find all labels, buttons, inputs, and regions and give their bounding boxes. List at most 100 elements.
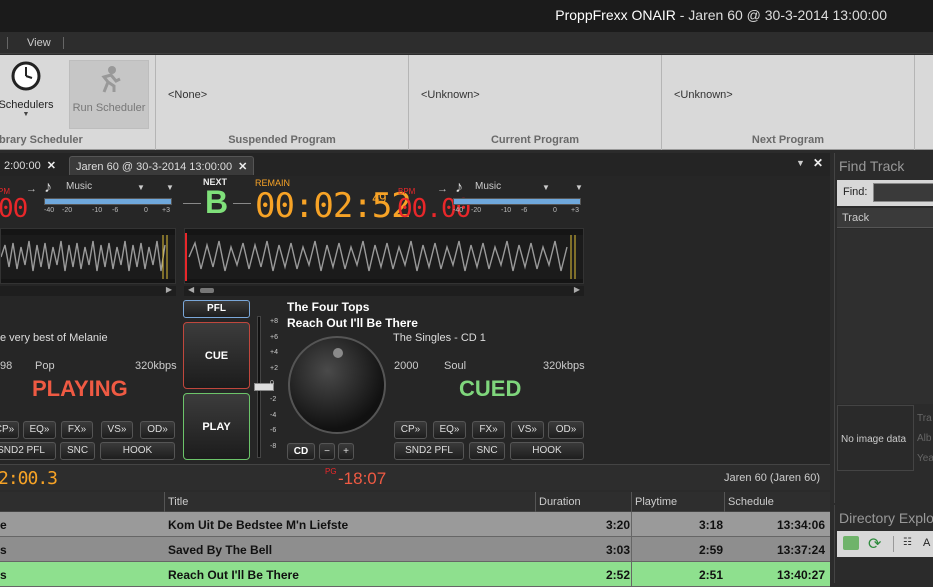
- cell-artist: s: [0, 568, 7, 582]
- deck-a-level-meter: [44, 198, 172, 205]
- deck-b-scrollbar[interactable]: ◀ ▶: [184, 285, 584, 296]
- find-input[interactable]: [873, 183, 933, 202]
- playlist-grid: Title Duration Playtime Schedule e Kom Ui…: [0, 492, 830, 587]
- deck-a-snc-button[interactable]: SNC: [60, 442, 95, 460]
- pitch-minus-button[interactable]: −: [319, 443, 335, 460]
- current-program-label: Current Program: [490, 134, 580, 146]
- cd-button[interactable]: CD: [287, 443, 315, 460]
- deck-b-vs-button[interactable]: VS»: [511, 421, 544, 439]
- deck-b-status: CUED: [459, 376, 522, 401]
- status-strip: 2:00.3 PG -18:07 Jaren 60 (Jaren 60): [0, 464, 830, 490]
- ribbon-group-suspended: <None> Suspended Program: [156, 55, 409, 150]
- remain-display: 00:02:52: [255, 186, 412, 226]
- music-note-icon: ♪: [455, 179, 463, 196]
- tab-previous[interactable]: 2:00:00 ✕: [0, 156, 62, 175]
- column-separator: [631, 512, 632, 537]
- waveform-graphic: [185, 233, 583, 281]
- list-view-icon[interactable]: ☷: [903, 537, 912, 548]
- find-label: Find:: [843, 186, 868, 198]
- cell-duration: 3:03: [605, 543, 630, 557]
- pitch-plus-button[interactable]: +: [338, 443, 354, 460]
- deck-a-od-button[interactable]: OD»: [140, 421, 175, 439]
- close-icon[interactable]: ✕: [47, 160, 56, 172]
- menu-view[interactable]: View: [27, 37, 51, 49]
- directory-explorer-panel: Directory Explo ⟳ ☷ A: [834, 505, 933, 583]
- col-playtime[interactable]: Playtime: [635, 496, 677, 508]
- deck-b-eq-button[interactable]: EQ»: [433, 421, 466, 439]
- scroll-left-icon[interactable]: ◀: [188, 285, 194, 294]
- deck-b-snc-button[interactable]: SNC: [469, 442, 505, 460]
- arrow-icon: →: [26, 183, 37, 195]
- next-deck-indicator: B: [205, 184, 229, 220]
- jog-wheel[interactable]: [288, 336, 386, 434]
- deck-a-menu-icon[interactable]: ▼: [166, 183, 174, 192]
- deck-b-od-button[interactable]: OD»: [548, 421, 584, 439]
- menu-separator: [63, 37, 64, 49]
- deck-b-cp-button[interactable]: CP»: [394, 421, 427, 439]
- run-scheduler-button[interactable]: Run Scheduler: [69, 60, 149, 129]
- cell-schedule: 13:34:06: [776, 518, 825, 532]
- program-info: Jaren 60 (Jaren 60): [724, 472, 820, 484]
- deck-b-bitrate: 320kbps: [543, 360, 585, 372]
- column-separator: [631, 562, 632, 587]
- ribbon: Schedulers ▼ Run Scheduler ibrary Schedu…: [0, 55, 933, 150]
- window-title: ProppFrexx ONAIR - Jaren 60 @ 30-3-2014 …: [555, 7, 887, 23]
- scroll-thumb[interactable]: [200, 288, 214, 293]
- jog-wheel-marker: [333, 348, 343, 358]
- deck-b-waveform[interactable]: [184, 228, 584, 284]
- address-label[interactable]: A: [923, 537, 930, 549]
- tab-active[interactable]: Jaren 60 @ 30-3-2014 13:00:00 ✕: [69, 156, 255, 175]
- deck-a-source-dropdown-icon[interactable]: ▼: [137, 183, 145, 192]
- deck-a-snd2-pfl-button[interactable]: SND2 PFL: [0, 442, 56, 460]
- deck-b-year: 2000: [394, 360, 419, 372]
- deck-a-fx-button[interactable]: FX»: [61, 421, 93, 439]
- ribbon-group-next: <Unknown> Next Program: [662, 55, 915, 150]
- deck-b-source: Music: [475, 181, 502, 192]
- deck-a-vs-button[interactable]: VS»: [101, 421, 133, 439]
- remain-fraction: 49: [372, 192, 387, 207]
- tab-dropdown-icon[interactable]: ▼: [796, 158, 805, 168]
- deck-b-title: Reach Out I'll Be There: [287, 316, 418, 330]
- deck-b-menu-icon[interactable]: ▼: [575, 183, 583, 192]
- deck-b-snd2-pfl-button[interactable]: SND2 PFL: [394, 442, 464, 460]
- deck-a-hook-button[interactable]: HOOK: [100, 442, 175, 460]
- cell-title: Kom Uit De Bedstee M'n Liefste: [168, 518, 349, 532]
- close-panel-icon[interactable]: ✕: [813, 156, 823, 170]
- drive-icon[interactable]: [843, 536, 859, 550]
- cell-title: Reach Out I'll Be There: [168, 568, 299, 582]
- track-results-list[interactable]: [837, 229, 933, 404]
- scroll-right-icon[interactable]: ▶: [574, 285, 580, 294]
- find-toolbar: Find:: [837, 180, 933, 206]
- deck-a-waveform[interactable]: [0, 228, 176, 284]
- deck-a-bitrate: 320kbps: [135, 360, 177, 372]
- deck-b-hook-button[interactable]: HOOK: [510, 442, 584, 460]
- tab-label: 2:00:00: [4, 160, 41, 172]
- deck-b-genre: Soul: [444, 360, 467, 372]
- window-title-rest: - Jaren 60 @ 30-3-2014 13:00:00: [679, 7, 887, 23]
- cue-button[interactable]: CUE: [183, 322, 250, 389]
- deck-a-eq-button[interactable]: EQ»: [23, 421, 56, 439]
- table-row[interactable]: s Saved By The Bell 3:03 2:59 13:37:24: [0, 537, 830, 562]
- next-program-label: Next Program: [751, 134, 825, 146]
- table-row[interactable]: s Reach Out I'll Be There 2:52 2:51 13:40:27: [0, 562, 830, 587]
- scroll-right-icon[interactable]: ▶: [166, 285, 172, 294]
- player-panel: PM 00 → ♪ Music ▼ ▼ -40 -20 -10 -6 0 +3 …: [0, 176, 830, 490]
- close-icon[interactable]: ✕: [238, 161, 247, 173]
- arrow-icon: →: [437, 183, 448, 195]
- deck-b-source-dropdown-icon[interactable]: ▼: [542, 183, 550, 192]
- cell-duration: 2:52: [605, 568, 630, 582]
- deck-a-cp-button[interactable]: CP»: [0, 421, 19, 439]
- track-column-header[interactable]: Track: [837, 208, 933, 228]
- schedulers-button[interactable]: Schedulers ▼: [0, 61, 54, 118]
- col-schedule[interactable]: Schedule: [728, 496, 774, 508]
- run-scheduler-label: Run Scheduler: [72, 102, 146, 114]
- deck-b-fx-button[interactable]: FX»: [472, 421, 505, 439]
- play-button[interactable]: PLAY: [183, 393, 250, 460]
- pfl-button[interactable]: PFL: [183, 300, 250, 318]
- find-track-panel: Find Track Find: Track No image data Tra…: [834, 153, 933, 503]
- refresh-icon[interactable]: ⟳: [868, 534, 881, 554]
- table-row[interactable]: e Kom Uit De Bedstee M'n Liefste 3:20 3:18 1…: [0, 512, 830, 537]
- col-title[interactable]: Title: [168, 496, 188, 508]
- deck-a-scrollbar[interactable]: ▶: [0, 285, 176, 296]
- col-duration[interactable]: Duration: [539, 496, 581, 508]
